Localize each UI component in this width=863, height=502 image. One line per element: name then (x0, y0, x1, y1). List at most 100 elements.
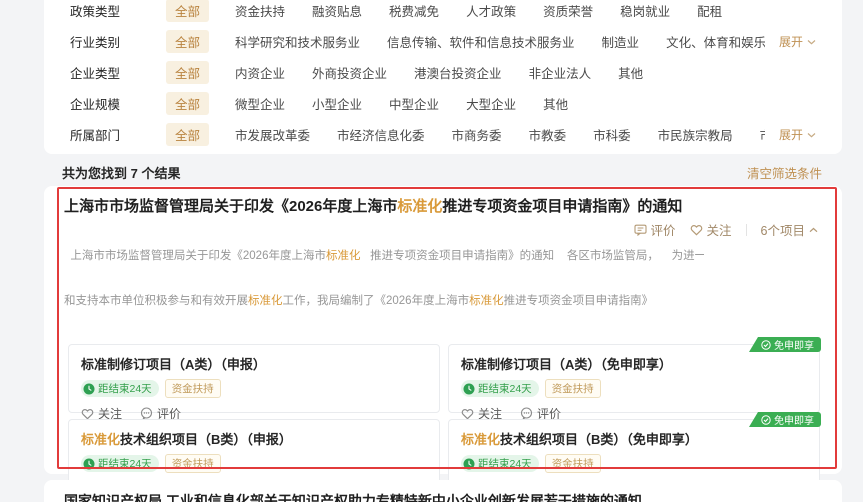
filter-option[interactable]: 文化、体育和娱乐业 (666, 32, 765, 51)
notice-desc-line1: 上海市市场监督管理局关于印发《2026年度上海市标准化 推进专项资金项目申请指南… (64, 249, 704, 264)
expand-button[interactable]: 展开 (765, 126, 816, 143)
next-notice-card: 国家知识产权局 工业和信息化部关于知识产权助力专精特新中小企业创新发展若干措施的… (44, 480, 842, 502)
filter-option[interactable]: 融资贴息 (312, 1, 362, 20)
evaluate-label: 评价 (651, 220, 676, 239)
filter-option[interactable]: 信息传输、软件和信息技术服务业 (387, 32, 575, 51)
filter-all-pill[interactable]: 全部 (166, 30, 209, 53)
project-card[interactable]: 标准化技术组织项目（B类）（申报） 距结束24天 资金扶持 关注 评价 (68, 419, 440, 488)
no-application-badge: 免申即享 (749, 337, 821, 352)
heart-icon (461, 408, 474, 420)
evaluate-button[interactable]: 评价 (634, 220, 676, 239)
heart-icon (690, 224, 703, 236)
tag-row: 距结束24天 资金扶持 (81, 454, 427, 473)
deadline-tag: 距结束24天 (461, 455, 539, 472)
filter-option[interactable]: 税费减免 (389, 1, 439, 20)
filter-option[interactable]: 微型企业 (235, 94, 285, 113)
filter-option[interactable]: 资金扶持 (235, 1, 285, 20)
clear-filters-button[interactable]: 清空筛选条件 (747, 163, 822, 182)
deadline-tag: 距结束24天 (81, 380, 159, 397)
filter-option[interactable]: 稳岗就业 (620, 1, 670, 20)
clock-icon (83, 458, 95, 470)
notice-title-text: 推进专项资金项目申请指南》的通知 (442, 198, 682, 215)
filter-option[interactable]: 其他 (618, 63, 643, 82)
notice-card: 上海市市场监督管理局关于印发《2026年度上海市标准化推进专项资金项目申请指南》… (44, 186, 842, 474)
filter-option[interactable]: 配租 (697, 1, 722, 20)
notice-title[interactable]: 上海市市场监督管理局关于印发《2026年度上海市标准化推进专项资金项目申请指南》… (64, 198, 826, 216)
heart-icon (81, 408, 94, 420)
filter-options: 市发展改革委市经济信息化委市商务委市教委市科委市民族宗教局市公安局市民政局市司法… (235, 125, 765, 144)
no-application-badge: 免申即享 (749, 412, 821, 427)
filter-all-pill[interactable]: 全部 (166, 92, 209, 115)
tag-row: 距结束24天 资金扶持 (81, 379, 427, 398)
clock-icon (463, 383, 475, 395)
filter-all-pill[interactable]: 全部 (166, 61, 209, 84)
follow-button[interactable]: 关注 (690, 220, 732, 239)
notice-description: 上海市市场监督管理局关于印发《2026年度上海市标准化 推进专项资金项目申请指南… (64, 219, 704, 339)
follow-label: 关注 (707, 220, 732, 239)
deadline-tag: 距结束24天 (81, 455, 159, 472)
filter-option[interactable]: 市教委 (529, 125, 567, 144)
comment-icon (634, 224, 647, 236)
filter-option[interactable]: 人才政策 (466, 1, 516, 20)
filter-option[interactable]: 小型企业 (312, 94, 362, 113)
project-title: 标准制修订项目（A类）（免申即享） (461, 354, 807, 373)
chevron-down-icon (807, 132, 816, 138)
project-card[interactable]: 标准制修订项目（A类）（申报） 距结束24天 资金扶持 关注 评价 (68, 344, 440, 413)
notice-actions: 评价 关注 6个项目 (634, 220, 818, 239)
project-title: 标准化技术组织项目（B类）（免申即享） (461, 429, 807, 448)
filter-option[interactable]: 非企业法人 (529, 63, 592, 82)
filter-option[interactable]: 市发展改革委 (235, 125, 310, 144)
filter-options: 科学研究和技术服务业信息传输、软件和信息技术服务业制造业文化、体育和娱乐业农、林… (235, 32, 765, 51)
projects-count-label: 6个项目 (761, 220, 805, 239)
filter-label: 行业类别 (70, 32, 132, 51)
check-circle-icon (761, 340, 771, 350)
expand-button[interactable]: 展开 (765, 33, 816, 50)
expand-label: 展开 (779, 33, 803, 50)
clock-icon (83, 383, 95, 395)
filter-options: 内资企业 外商投资企业 港澳台投资企业 非企业法人 其他 (235, 63, 643, 82)
projects-toggle[interactable]: 6个项目 (761, 220, 818, 239)
filter-option[interactable]: 市商务委 (452, 125, 502, 144)
filter-option[interactable]: 科学研究和技术服务业 (235, 32, 360, 51)
filter-option[interactable]: 市民族宗教局 (658, 125, 733, 144)
filter-options: 资金扶持 融资贴息 税费减免 人才政策 资质荣誉 稳岗就业 配租 (235, 1, 722, 20)
funding-tag: 资金扶持 (545, 454, 601, 473)
funding-tag: 资金扶持 (165, 379, 221, 398)
filter-row-enterprise-size: 企业规模 全部 微型企业 小型企业 中型企业 大型企业 其他 (70, 88, 816, 119)
filter-option[interactable]: 其他 (543, 94, 568, 113)
project-title: 标准化技术组织项目（B类）（申报） (81, 429, 427, 448)
tag-row: 距结束24天 资金扶持 (461, 379, 807, 398)
filter-options: 微型企业 小型企业 中型企业 大型企业 其他 (235, 94, 568, 113)
filter-label: 企业规模 (70, 94, 132, 113)
filter-option[interactable]: 中型企业 (389, 94, 439, 113)
tag-row: 距结束24天 资金扶持 (461, 454, 807, 473)
filter-option[interactable]: 外商投资企业 (312, 63, 387, 82)
project-card[interactable]: 免申即享 标准制修订项目（A类）（免申即享） 距结束24天 资金扶持 关注 评价 (448, 344, 820, 413)
project-title: 标准制修订项目（A类）（申报） (81, 354, 427, 373)
project-card[interactable]: 免申即享 标准化技术组织项目（B类）（免申即享） 距结束24天 资金扶持 关注 … (448, 419, 820, 488)
next-notice-title[interactable]: 国家知识产权局 工业和信息化部关于知识产权助力专精特新中小企业创新发展若干措施的… (64, 491, 822, 502)
filter-option[interactable]: 市经济信息化委 (337, 125, 425, 144)
funding-tag: 资金扶持 (165, 454, 221, 473)
filter-row-policy-type: 政策类型 全部 资金扶持 融资贴息 税费减免 人才政策 资质荣誉 稳岗就业 配租 (70, 0, 816, 26)
filter-option[interactable]: 市科委 (593, 125, 631, 144)
deadline-tag: 距结束24天 (461, 380, 539, 397)
notice-desc-line2: 和支持本市单位积极参与和有效开展标准化工作，我局编制了《2026年度上海市标准化… (64, 294, 704, 309)
filter-option[interactable]: 内资企业 (235, 63, 285, 82)
filter-option[interactable]: 港澳台投资企业 (414, 63, 502, 82)
filter-row-industry: 行业类别 全部 科学研究和技术服务业 信息传输、软件和信息技术服务业 制造业 文化、体… (70, 26, 816, 57)
project-grid: 标准制修订项目（A类）（申报） 距结束24天 资金扶持 关注 评价 免申即享 标… (64, 344, 826, 502)
filter-option[interactable]: 大型企业 (466, 94, 516, 113)
clock-icon (463, 458, 475, 470)
results-header: 共为您找到 7 个结果 清空筛选条件 (44, 159, 842, 186)
filter-option[interactable]: 资质荣誉 (543, 1, 593, 20)
filter-all-pill[interactable]: 全部 (166, 123, 209, 146)
filter-label: 政策类型 (70, 1, 132, 20)
filter-all-pill[interactable]: 全部 (166, 0, 209, 22)
filter-option[interactable]: 制造业 (602, 32, 640, 51)
filter-row-department: 所属部门 全部 市发展改革委市经济信息化委市商务委市教委市科委市民族宗教局市公安… (70, 119, 816, 150)
expand-label: 展开 (779, 126, 803, 143)
check-circle-icon (761, 415, 771, 425)
notice-title-text: 上海市市场监督管理局关于印发《2026年度上海市 (64, 198, 397, 215)
filter-panel: 政策类型 全部 资金扶持 融资贴息 税费减免 人才政策 资质荣誉 稳岗就业 配租 行业类别 … (44, 0, 842, 154)
